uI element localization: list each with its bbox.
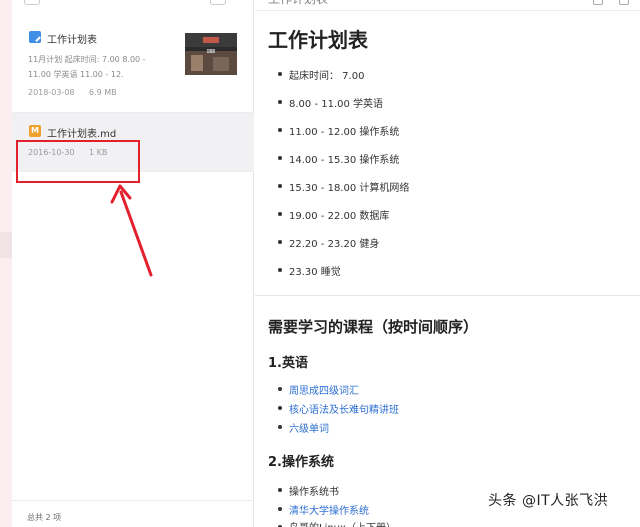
bullet: [278, 268, 282, 272]
bullet: [278, 488, 282, 492]
bullet: [278, 184, 282, 188]
toolbar-divider: [255, 10, 640, 11]
schedule-item: 15.30 - 18.00 计算机网络: [289, 183, 410, 194]
bullet: [278, 507, 282, 511]
note-item[interactable]: 工作计划表 11月计划 起床时间: 7.00 8.00 - 11.00 学英语 …: [12, 21, 254, 109]
markdown-icon: M: [29, 125, 41, 137]
course-item: 鸟哥的Linux（上下册）: [289, 519, 396, 527]
course-item: 操作系统书: [289, 487, 339, 498]
footer-divider: [12, 500, 254, 501]
schedule-item: 22.20 - 23.20 健身: [289, 239, 380, 250]
note-title: 工作计划表: [47, 35, 97, 46]
bullet: [278, 406, 282, 410]
note-thumbnail: 截图: [185, 33, 237, 75]
watermark: 头条 @IT人张飞洪: [488, 493, 609, 509]
schedule-item: 19.00 - 22.00 数据库: [289, 211, 390, 222]
note-date: 2018-03-08: [28, 88, 75, 97]
note-size: 6.9 MB: [89, 88, 117, 97]
window-title: 工作计划表: [268, 0, 328, 7]
note-count-footer: 总共 2 项: [27, 513, 62, 522]
schedule-item: 23.30 睡觉: [289, 267, 341, 278]
course-heading: 1.英语: [268, 356, 308, 371]
highlight-box: [16, 140, 140, 183]
bullet: [278, 212, 282, 216]
document-title: 工作计划表: [268, 28, 368, 52]
bullet: [278, 387, 282, 391]
bullet: [278, 156, 282, 160]
course-link[interactable]: 周思成四级词汇: [289, 382, 359, 397]
sidebar-strip: [0, 0, 12, 527]
schedule-item: 14.00 - 15.30 操作系统: [289, 155, 400, 166]
course-link[interactable]: 核心语法及长难句精讲班: [289, 401, 399, 416]
editor-pane[interactable]: 工作计划表 工作计划表 起床时间： 7.00 8.00 - 11.00 学英语 …: [255, 0, 640, 527]
bullet: [278, 72, 282, 76]
course-link[interactable]: 清华大学操作系统: [289, 502, 369, 517]
course-heading: 2.操作系统: [268, 455, 334, 470]
bullet: [278, 425, 282, 429]
share-icon[interactable]: [593, 0, 603, 5]
list-toolbar-button[interactable]: [24, 0, 40, 5]
more-icon[interactable]: [619, 0, 629, 5]
bullet: [278, 240, 282, 244]
bullet: [278, 128, 282, 132]
courses-heading: 需要学习的课程（按时间顺序）: [268, 318, 479, 336]
note-title: 工作计划表.md: [47, 129, 117, 140]
document-icon: [29, 31, 41, 43]
list-toolbar-button[interactable]: [210, 0, 226, 5]
schedule-item: 8.00 - 11.00 学英语: [289, 99, 384, 110]
schedule-item: 起床时间： 7.00: [289, 71, 365, 82]
section-divider: [255, 295, 640, 296]
thumbnail-caption: 截图: [207, 48, 215, 53]
note-snippet: 11月计划 起床时间: 7.00 8.00 - 11.00 学英语 11.00 …: [28, 55, 146, 79]
course-link[interactable]: 六级单词: [289, 420, 329, 435]
bullet: [278, 100, 282, 104]
annotation-arrow: [110, 184, 153, 277]
sidebar-marker: [0, 232, 12, 258]
schedule-item: 11.00 - 12.00 操作系统: [289, 127, 400, 138]
app-window: 工作计划表 11月计划 起床时间: 7.00 8.00 - 11.00 学英语 …: [0, 0, 640, 527]
